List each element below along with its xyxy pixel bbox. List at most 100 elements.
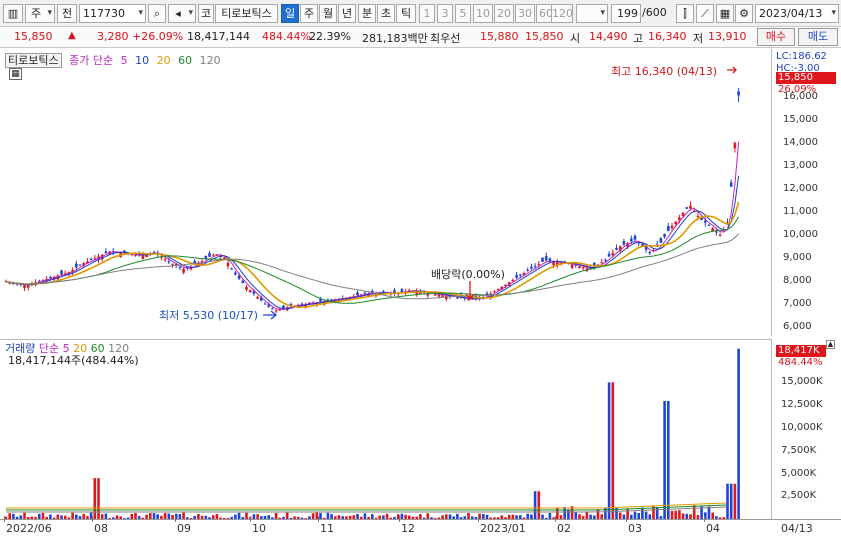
- candle-body: [622, 241, 626, 245]
- candle-body: [689, 205, 692, 209]
- candle-body: [223, 257, 226, 259]
- candle-body: [707, 224, 711, 226]
- volume-bar: [667, 400, 670, 520]
- candle-body: [356, 292, 359, 296]
- price-change: 3,280: [97, 30, 129, 43]
- low-price: 13,910: [708, 30, 747, 43]
- market-select[interactable]: 주: [25, 4, 55, 23]
- candle-body: [234, 272, 237, 275]
- period-week-button[interactable]: 주: [300, 4, 318, 23]
- table-icon[interactable]: ▦: [9, 68, 22, 80]
- high-marker-arrow: [727, 66, 737, 74]
- search-icon[interactable]: ⌕: [148, 4, 166, 23]
- volume-bar: [692, 505, 696, 520]
- bar-count-total: /600: [642, 6, 667, 19]
- volume-bar: [607, 382, 611, 520]
- stock-code-input[interactable]: 117730: [79, 4, 146, 23]
- buy-button[interactable]: 매수: [757, 28, 795, 46]
- interval-custom-select[interactable]: [576, 4, 608, 23]
- volume-bar: [729, 483, 733, 520]
- date-input[interactable]: 2023/04/13: [755, 4, 839, 23]
- save-icon[interactable]: ▦: [716, 4, 734, 23]
- current-volume: 18,417,144주(484.44%): [8, 354, 139, 367]
- ex-dividend-annotation: 배당락(0.00%): [431, 268, 505, 281]
- chart-draw-icon[interactable]: ⟋: [696, 4, 714, 23]
- date-axis-tick: [555, 516, 556, 522]
- prev-mode-button[interactable]: 전: [57, 4, 77, 23]
- period-month-button[interactable]: 월: [319, 4, 337, 23]
- speaker-icon[interactable]: ◂: [168, 4, 196, 23]
- price-axis-tick: 9,000: [783, 252, 812, 263]
- interval-1-button[interactable]: 1: [419, 4, 435, 23]
- candle-body: [263, 303, 267, 305]
- interval-120-button[interactable]: 120: [551, 4, 573, 23]
- period-tick-button[interactable]: 틱: [396, 4, 416, 23]
- date-axis-label: 2022/06: [6, 522, 52, 535]
- volume-bar: [537, 491, 541, 520]
- date-axis-label: 04: [706, 522, 720, 535]
- high-annotation: 최고 16,340 (04/13): [611, 65, 718, 78]
- date-axis-tick: [626, 516, 627, 522]
- open-label: 시: [570, 32, 581, 45]
- period-minute-button[interactable]: 분: [358, 4, 376, 23]
- last-price-tag: 15,850: [776, 72, 836, 84]
- high-label: 고: [633, 32, 644, 45]
- collapse-panel-icon[interactable]: ▲: [826, 340, 835, 349]
- volume-bar: [533, 491, 537, 520]
- candle-body: [696, 216, 700, 218]
- interval-10-button[interactable]: 10: [473, 4, 493, 23]
- legend-ma5: 5: [120, 54, 128, 67]
- volume-bar: [611, 382, 615, 520]
- candle-body: [182, 268, 185, 273]
- candle-body: [570, 264, 574, 268]
- candle-body: [178, 267, 182, 269]
- volume-bar: [707, 506, 711, 520]
- interval-3-button[interactable]: 3: [437, 4, 453, 23]
- last-volume-tag: 18,417K: [776, 345, 826, 357]
- chart-menu-icon[interactable]: ▥: [3, 4, 23, 23]
- moving-average-line: [5, 175, 740, 310]
- candle-body: [537, 264, 541, 266]
- dividend-marker-arrow: [465, 281, 475, 301]
- candle-body: [134, 255, 137, 257]
- price-chart-panel[interactable]: [0, 49, 772, 336]
- candle-body: [437, 294, 441, 297]
- candle-body: [604, 259, 607, 261]
- volume-bar: [97, 478, 100, 520]
- volume-bar: [663, 400, 666, 520]
- volume-axis-tick: 15,000K: [781, 376, 823, 387]
- market-code-button[interactable]: 코: [198, 4, 214, 23]
- candle-type-icon[interactable]: ⫿: [676, 4, 694, 23]
- turnover-rate: 22.39%: [309, 30, 351, 43]
- price-chart[interactable]: [0, 49, 772, 336]
- price-axis-tick: 13,000: [783, 160, 818, 171]
- period-second-button[interactable]: 초: [377, 4, 395, 23]
- candle-body: [248, 290, 252, 293]
- sell-button[interactable]: 매도: [798, 28, 838, 46]
- date-axis-tick: [704, 516, 705, 522]
- candle-body: [167, 261, 171, 263]
- interval-30-button[interactable]: 30: [515, 4, 535, 23]
- date-axis-label: 10: [252, 522, 266, 535]
- legend-ma10: 10: [135, 54, 150, 67]
- candle-body: [611, 253, 615, 256]
- gear-icon[interactable]: ⚙: [735, 4, 753, 23]
- candle-body: [578, 266, 581, 269]
- open-price: 14,490: [589, 30, 628, 43]
- date-axis-tick: [175, 516, 176, 522]
- candle-body: [237, 275, 241, 279]
- period-year-button[interactable]: 년: [338, 4, 356, 23]
- date-axis-label: 09: [177, 522, 191, 535]
- interval-20-button[interactable]: 20: [494, 4, 514, 23]
- interval-5-button[interactable]: 5: [455, 4, 471, 23]
- date-axis-label: 11: [320, 522, 334, 535]
- date-axis-label: 08: [94, 522, 108, 535]
- bar-count-input[interactable]: 199: [611, 4, 641, 23]
- period-day-button[interactable]: 일: [281, 4, 299, 23]
- stock-name[interactable]: 티로보틱스: [215, 4, 278, 23]
- candle-body: [163, 259, 167, 261]
- candle-body: [274, 310, 278, 312]
- legend-ma-label: 종가 단순: [69, 54, 114, 67]
- candle-body: [544, 256, 548, 261]
- legend-stock-name[interactable]: 티로보틱스: [5, 53, 62, 68]
